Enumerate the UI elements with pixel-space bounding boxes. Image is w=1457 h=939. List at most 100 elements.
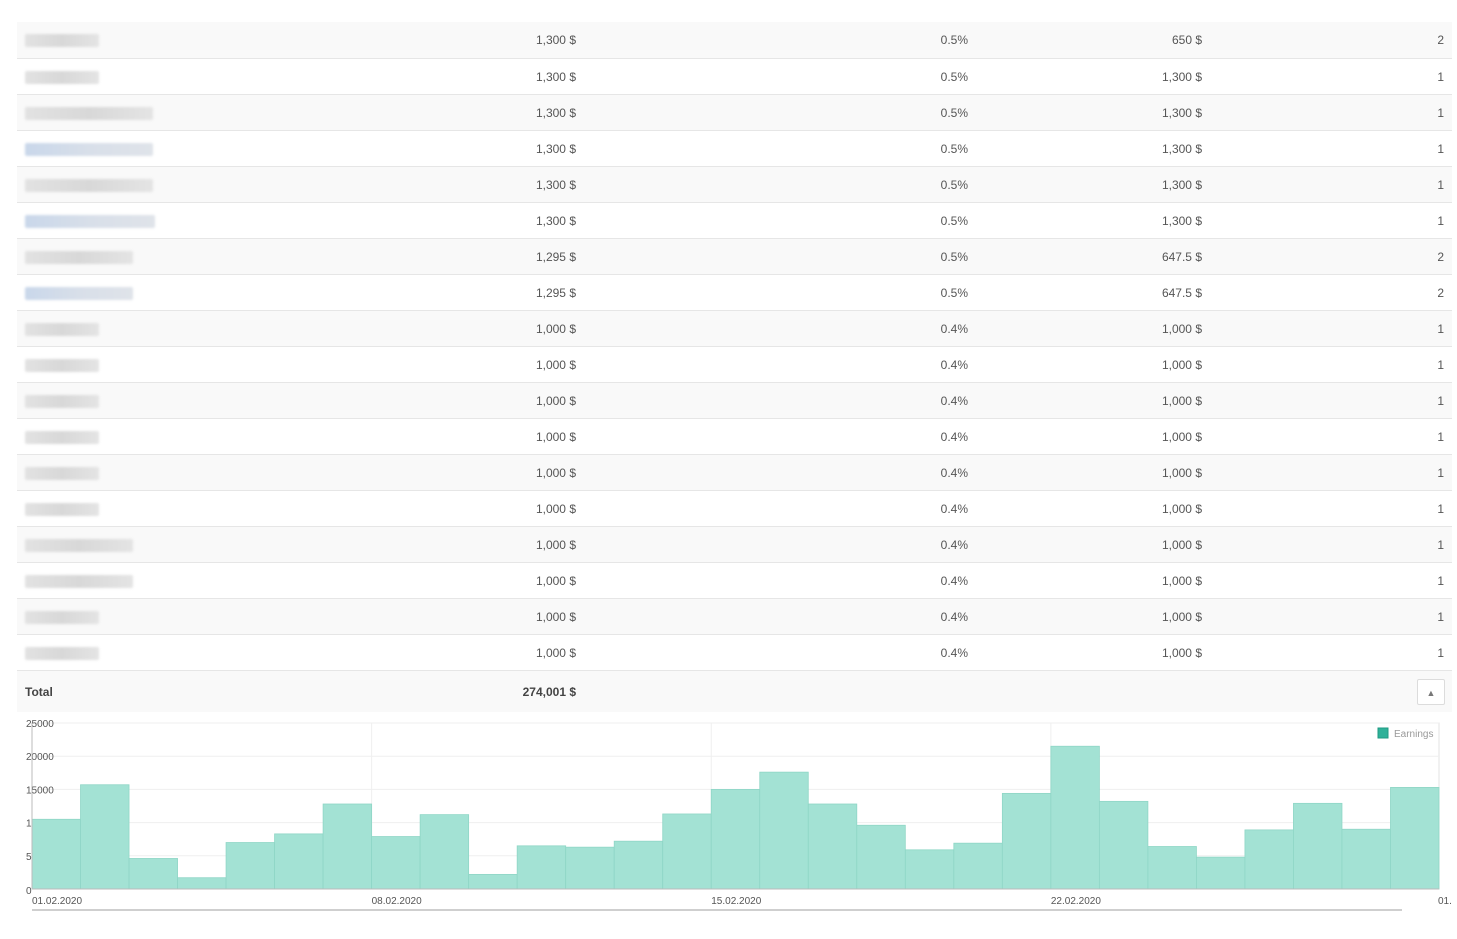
count-cell: 1 xyxy=(1210,130,1452,167)
count-cell: 1 xyxy=(1210,166,1452,203)
table-row: 1,000 $0.4% 1,000 $1 xyxy=(17,634,1452,671)
chart-bar[interactable] xyxy=(1244,829,1294,890)
partner-name-cell xyxy=(17,562,223,599)
chart-bar[interactable] xyxy=(662,813,712,890)
chart-bar[interactable] xyxy=(904,849,955,890)
chart-bar[interactable] xyxy=(274,833,324,890)
redacted-name xyxy=(25,358,99,372)
earnings-report-page: 1,300 $0.5% 650 $2 1,300 $0.5% 1,300 $1 1,30… xyxy=(0,0,1457,939)
sum-cell: 1,000 $ xyxy=(223,634,584,671)
chart-bar[interactable] xyxy=(613,840,664,890)
count-cell: 1 xyxy=(1210,562,1452,599)
table-row: 1,300 $0.5% 1,300 $1 xyxy=(17,202,1452,239)
redacted-name xyxy=(25,106,153,120)
earnings-table-container: 1,300 $0.5% 650 $2 1,300 $0.5% 1,300 $1 1,30… xyxy=(17,22,1452,712)
partner-name-cell xyxy=(17,22,223,59)
redacted-name xyxy=(25,250,133,264)
sum-cell: 1,000 $ xyxy=(223,562,584,599)
total-sum: 274,001 $ xyxy=(223,670,584,712)
percent-cell: 0.5% xyxy=(584,166,976,203)
count-cell: 1 xyxy=(1210,346,1452,383)
percent-cell: 0.4% xyxy=(584,526,976,563)
table-row: 1,300 $0.5% 1,300 $1 xyxy=(17,94,1452,131)
legend-swatch xyxy=(1377,727,1389,739)
redacted-name xyxy=(25,610,99,624)
chart-bar[interactable] xyxy=(225,842,275,890)
chart-bar[interactable] xyxy=(710,789,761,890)
chart-bar[interactable] xyxy=(31,818,81,890)
percent-cell: 0.4% xyxy=(584,598,976,635)
horizontal-scrollbar[interactable] xyxy=(32,909,1402,911)
count-cell: 2 xyxy=(1210,274,1452,311)
percent-cell: 0.5% xyxy=(584,130,976,167)
chart-bar[interactable] xyxy=(419,814,470,890)
percent-cell: 0.4% xyxy=(584,490,976,527)
sum-cell: 1,295 $ xyxy=(223,238,584,275)
average-cell: 1,000 $ xyxy=(976,418,1210,455)
percent-cell: 0.4% xyxy=(584,418,976,455)
sum-cell: 1,300 $ xyxy=(223,130,584,167)
chart-bar[interactable] xyxy=(371,836,421,890)
count-cell: 1 xyxy=(1210,202,1452,239)
sum-cell: 1,300 $ xyxy=(223,22,584,59)
redacted-name xyxy=(25,34,99,48)
sum-cell: 1,300 $ xyxy=(223,58,584,95)
chart-bar[interactable] xyxy=(1341,828,1391,890)
percent-cell: 0.5% xyxy=(584,94,976,131)
redacted-name[interactable] xyxy=(25,142,153,156)
average-cell: 1,000 $ xyxy=(976,454,1210,491)
chart-bar[interactable] xyxy=(953,842,1003,890)
chart-bar[interactable] xyxy=(322,803,373,890)
chart-bar[interactable] xyxy=(1098,800,1149,890)
count-cell: 1 xyxy=(1210,418,1452,455)
chart-bar[interactable] xyxy=(177,877,227,890)
chart-bar[interactable] xyxy=(856,824,906,890)
earnings-chart-svg: 050001000015000200002500001.02.202008.02… xyxy=(26,719,1452,907)
count-cell: 1 xyxy=(1210,490,1452,527)
redacted-name[interactable] xyxy=(25,286,133,300)
redacted-name xyxy=(25,502,99,516)
chart-bar[interactable] xyxy=(516,845,567,890)
partner-name-cell[interactable] xyxy=(17,274,223,311)
chart-bar[interactable] xyxy=(759,771,809,890)
chart-bar[interactable] xyxy=(1050,745,1100,890)
percent-cell: 0.4% xyxy=(584,454,976,491)
chart-bar[interactable] xyxy=(80,784,130,890)
chart-bar[interactable] xyxy=(565,846,615,890)
redacted-name xyxy=(25,574,133,588)
scroll-to-top-button[interactable]: ▲ xyxy=(1417,678,1445,705)
earnings-chart: 050001000015000200002500001.02.202008.02… xyxy=(0,712,1457,917)
partner-name-cell[interactable] xyxy=(17,202,223,239)
table-row: 1,000 $0.4% 1,000 $1 xyxy=(17,346,1452,383)
chart-bar[interactable] xyxy=(128,858,178,890)
sum-cell: 1,300 $ xyxy=(223,202,584,239)
average-cell: 1,300 $ xyxy=(976,166,1210,203)
average-cell: 650 $ xyxy=(976,22,1210,59)
sum-cell: 1,295 $ xyxy=(223,274,584,311)
total-row: Total 274,001 $ ▲ xyxy=(17,670,1452,712)
count-cell: 1 xyxy=(1210,58,1452,95)
chart-bar[interactable] xyxy=(1147,846,1197,890)
y-tick-label: 25000 xyxy=(26,719,54,730)
x-tick-label: 01. xyxy=(1438,896,1452,907)
count-cell: 1 xyxy=(1210,454,1452,491)
table-row: 1,000 $0.4% 1,000 $1 xyxy=(17,382,1452,419)
x-tick-label: 22.02.2020 xyxy=(1051,896,1101,907)
partner-name-cell xyxy=(17,454,223,491)
table-row: 1,295 $0.5% 647.5 $2 xyxy=(17,274,1452,311)
chart-bar[interactable] xyxy=(807,803,858,890)
chart-bar[interactable] xyxy=(1293,802,1343,890)
redacted-name[interactable] xyxy=(25,214,155,228)
chart-bar[interactable] xyxy=(1390,787,1440,890)
table-row: 1,000 $0.4% 1,000 $1 xyxy=(17,454,1452,491)
chart-bar[interactable] xyxy=(1196,856,1246,890)
percent-cell: 0.5% xyxy=(584,58,976,95)
partner-name-cell[interactable] xyxy=(17,130,223,167)
partner-name-cell xyxy=(17,418,223,455)
x-tick-label: 01.02.2020 xyxy=(32,896,82,907)
table-row: 1,295 $0.5% 647.5 $2 xyxy=(17,238,1452,275)
chart-bar[interactable] xyxy=(468,873,518,890)
chart-bar[interactable] xyxy=(1001,792,1052,890)
average-cell: 647.5 $ xyxy=(976,238,1210,275)
average-cell: 1,000 $ xyxy=(976,562,1210,599)
